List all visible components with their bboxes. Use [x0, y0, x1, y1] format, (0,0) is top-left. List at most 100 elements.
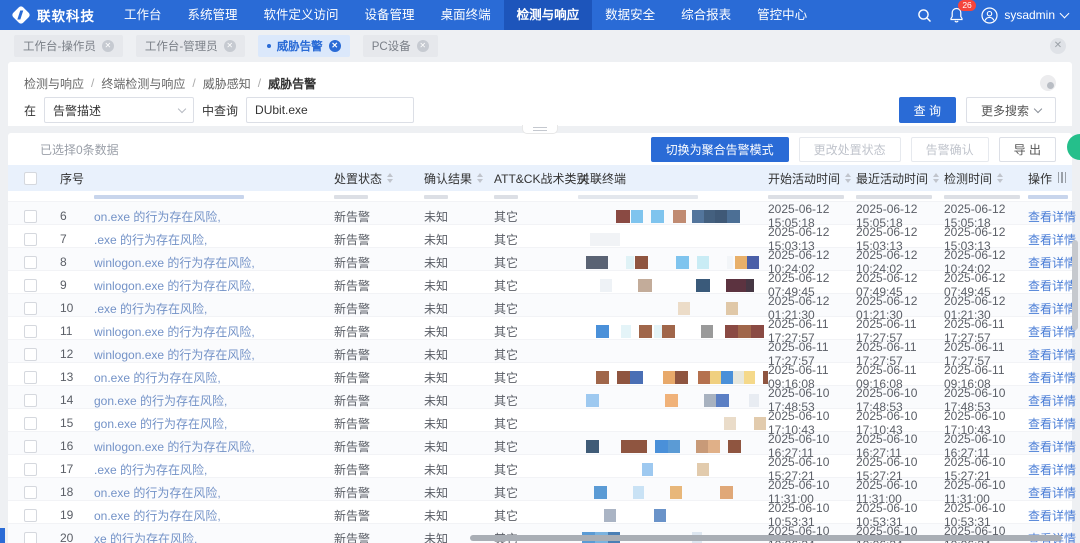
- sort-caret-icon[interactable]: [997, 173, 1003, 183]
- sort-caret-icon[interactable]: [933, 173, 939, 183]
- select-all-checkbox[interactable]: [24, 172, 37, 185]
- row-number: 12: [60, 347, 94, 361]
- nav-item-sdp[interactable]: 软件定义访问: [251, 0, 352, 30]
- nav-item-detect-response[interactable]: 检测与响应: [504, 0, 593, 30]
- sort-caret-icon[interactable]: [477, 173, 483, 183]
- view-details-link[interactable]: 查看详情: [1028, 484, 1080, 501]
- row-checkbox[interactable]: [24, 463, 37, 476]
- view-details-link[interactable]: 查看详情: [1028, 507, 1080, 524]
- censored-block: [698, 371, 710, 384]
- censored-block: [596, 325, 609, 338]
- row-checkbox[interactable]: [24, 279, 37, 292]
- tactic-cell: 其它: [494, 346, 578, 363]
- collapse-handle[interactable]: [522, 125, 558, 134]
- nav-item-reports[interactable]: 综合报表: [668, 0, 744, 30]
- avatar-icon: [981, 7, 998, 24]
- tactic-cell: 其它: [494, 369, 578, 386]
- alert-description-link[interactable]: gon.exe 的行为存在风险,: [94, 415, 334, 432]
- row-checkbox[interactable]: [24, 302, 37, 315]
- nav-item-device-mgmt[interactable]: 设备管理: [352, 0, 428, 30]
- row-checkbox[interactable]: [24, 348, 37, 361]
- tab-close-icon[interactable]: ✕: [102, 40, 114, 52]
- alert-description-link[interactable]: winlogon.exe 的行为存在风险,: [94, 254, 334, 271]
- row-checkbox[interactable]: [24, 394, 37, 407]
- column-settings-icon[interactable]: [1058, 172, 1067, 183]
- nav-item-desktop[interactable]: 桌面终端: [428, 0, 504, 30]
- view-details-link[interactable]: 查看详情: [1028, 461, 1080, 478]
- panel-toggle-icon[interactable]: [1040, 75, 1056, 91]
- horizontal-scrollbar-thumb[interactable]: [470, 535, 1062, 541]
- tab-close-icon[interactable]: ✕: [329, 40, 341, 52]
- row-checkbox[interactable]: [24, 486, 37, 499]
- tab-close-icon[interactable]: ✕: [224, 40, 236, 52]
- row-checkbox[interactable]: [24, 256, 37, 269]
- row-checkbox[interactable]: [24, 417, 37, 430]
- nav-item-system-mgmt[interactable]: 系统管理: [175, 0, 251, 30]
- alert-description-link[interactable]: gon.exe 的行为存在风险,: [94, 392, 334, 409]
- alert-description-link[interactable]: .exe 的行为存在风险,: [94, 461, 334, 478]
- sort-caret-icon[interactable]: [387, 173, 393, 183]
- export-button[interactable]: 导 出: [999, 137, 1056, 162]
- alert-description-link[interactable]: xe 的行为存在风险,: [94, 530, 334, 543]
- view-details-link[interactable]: 查看详情: [1028, 208, 1080, 225]
- notification-bell-icon[interactable]: 26: [949, 7, 964, 23]
- confirm-result-cell: 未知: [424, 507, 494, 524]
- table-row: 9 winlogon.exe 的行为存在风险, 新告警 未知 其它 2025-0…: [8, 271, 1072, 294]
- row-checkbox[interactable]: [24, 210, 37, 223]
- row-checkbox[interactable]: [24, 233, 37, 246]
- alert-description-link[interactable]: winlogon.exe 的行为存在风险,: [94, 346, 334, 363]
- tab-pc-devices[interactable]: PC设备 ✕: [363, 35, 438, 57]
- alert-description-link[interactable]: winlogon.exe 的行为存在风险,: [94, 277, 334, 294]
- breadcrumb-item[interactable]: 终端检测与响应: [101, 75, 185, 92]
- switch-aggregate-mode-button[interactable]: 切换为聚合告警模式: [651, 137, 789, 162]
- tab-close-icon[interactable]: ✕: [417, 40, 429, 52]
- nav-item-workbench[interactable]: 工作台: [111, 0, 175, 30]
- alert-description-link[interactable]: on.exe 的行为存在风险,: [94, 507, 334, 524]
- filter-field-select[interactable]: 告警描述: [44, 97, 194, 123]
- nav-item-control-center[interactable]: 管控中心: [744, 0, 820, 30]
- row-checkbox[interactable]: [24, 532, 37, 543]
- sort-caret-icon[interactable]: [845, 173, 851, 183]
- search-icon[interactable]: [917, 8, 932, 23]
- tab-threat-alerts[interactable]: 威胁告警 ✕: [258, 35, 350, 57]
- censored-block: [749, 394, 759, 407]
- user-menu[interactable]: sysadmin: [981, 7, 1068, 24]
- confirm-result-cell: 未知: [424, 323, 494, 340]
- nav-item-data-security[interactable]: 数据安全: [592, 0, 668, 30]
- view-details-link[interactable]: 查看详情: [1028, 369, 1080, 386]
- row-checkbox[interactable]: [24, 325, 37, 338]
- alert-description-link[interactable]: on.exe 的行为存在风险,: [94, 484, 334, 501]
- chevron-down-icon: [1034, 104, 1042, 112]
- table-row: 10 .exe 的行为存在风险, 新告警 未知 其它 2025-06-12 01…: [8, 294, 1072, 317]
- view-details-link[interactable]: 查看详情: [1028, 346, 1080, 363]
- search-button[interactable]: 查 询: [899, 97, 956, 123]
- search-input[interactable]: [246, 97, 414, 123]
- alert-description-link[interactable]: winlogon.exe 的行为存在风险,: [94, 438, 334, 455]
- table-row: 8 winlogon.exe 的行为存在风险, 新告警 未知 其它 2025-0…: [8, 248, 1072, 271]
- row-checkbox[interactable]: [24, 371, 37, 384]
- view-details-link[interactable]: 查看详情: [1028, 438, 1080, 455]
- brand-logo: 联软科技: [14, 5, 111, 25]
- censored-block: [617, 371, 630, 384]
- row-number: 9: [60, 278, 94, 292]
- change-status-button[interactable]: 更改处置状态: [799, 137, 901, 162]
- view-details-link[interactable]: 查看详情: [1028, 392, 1080, 409]
- tab-workbench-admin[interactable]: 工作台-管理员 ✕: [136, 35, 245, 57]
- more-search-button[interactable]: 更多搜索: [966, 97, 1056, 123]
- alert-confirm-button[interactable]: 告警确认: [911, 137, 989, 162]
- breadcrumb-item[interactable]: 检测与响应: [24, 75, 84, 92]
- alert-description-link[interactable]: on.exe 的行为存在风险,: [94, 208, 334, 225]
- tab-workbench-operator[interactable]: 工作台-操作员 ✕: [14, 35, 123, 57]
- row-checkbox[interactable]: [24, 440, 37, 453]
- alert-description-link[interactable]: .exe 的行为存在风险,: [94, 231, 334, 248]
- censored-block: [716, 394, 729, 407]
- alert-description-link[interactable]: .exe 的行为存在风险,: [94, 300, 334, 317]
- alert-description-link[interactable]: winlogon.exe 的行为存在风险,: [94, 323, 334, 340]
- vertical-scrollbar-thumb[interactable]: [1072, 240, 1078, 330]
- close-all-tabs-icon[interactable]: ✕: [1050, 38, 1066, 54]
- alert-description-link[interactable]: on.exe 的行为存在风险,: [94, 369, 334, 386]
- row-checkbox[interactable]: [24, 509, 37, 522]
- breadcrumb-item[interactable]: 威胁感知: [203, 75, 251, 92]
- view-details-link[interactable]: 查看详情: [1028, 415, 1080, 432]
- censored-block: [594, 486, 607, 499]
